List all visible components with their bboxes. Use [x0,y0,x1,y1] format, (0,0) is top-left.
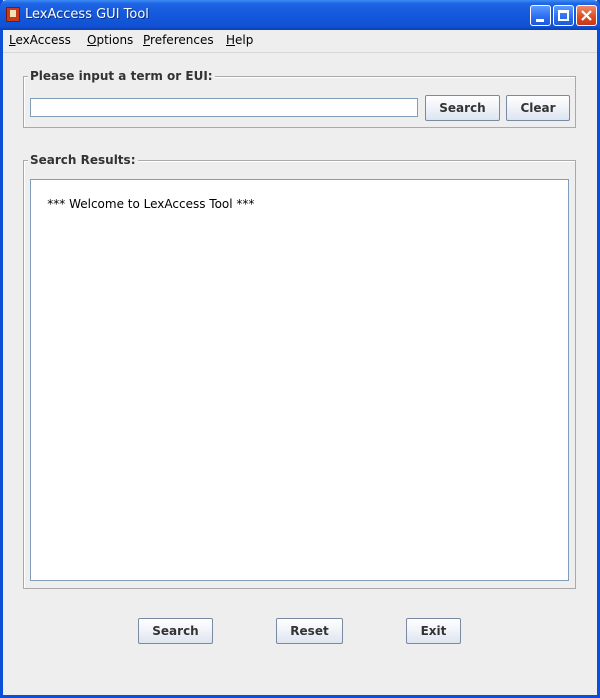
menu-bar: LexAccess Options Preferences Help [3,30,597,53]
menu-options-label: ptions [96,33,134,47]
maximize-icon [558,10,569,21]
menu-preferences-mnemonic: P [143,33,151,47]
close-icon [581,10,592,21]
menu-help-mnemonic: H [226,33,236,47]
reset-button[interactable]: Reset [276,618,343,644]
minimize-icon [536,19,544,22]
menu-lexaccess-label: exAccess [15,33,71,47]
search-button[interactable]: Search [425,95,500,121]
menu-lexaccess[interactable]: LexAccess [9,33,71,47]
minimize-button[interactable] [530,5,551,26]
maximize-button[interactable] [553,5,574,26]
menu-help-label: elp [235,33,254,47]
footer-search-button[interactable]: Search [138,618,213,644]
app-icon[interactable] [6,7,20,22]
results-text: *** Welcome to LexAccess Tool *** [47,197,255,211]
title-bar[interactable]: LexAccess GUI Tool [0,0,600,30]
menu-preferences-label: references [150,33,214,47]
exit-button[interactable]: Exit [406,618,461,644]
menu-preferences[interactable]: Preferences [143,33,214,47]
term-input-legend: Please input a term or EUI: [28,69,215,83]
app-window: LexAccess GUI Tool LexAccess Options Pre… [0,0,600,698]
window-title: LexAccess GUI Tool [25,7,149,22]
menu-options[interactable]: Options [87,33,133,47]
close-button[interactable] [576,5,597,26]
search-results-area[interactable]: *** Welcome to LexAccess Tool *** [30,179,569,581]
term-input[interactable] [30,98,418,117]
clear-button[interactable]: Clear [506,95,570,121]
search-results-legend: Search Results: [28,153,138,167]
menu-help[interactable]: Help [226,33,253,47]
